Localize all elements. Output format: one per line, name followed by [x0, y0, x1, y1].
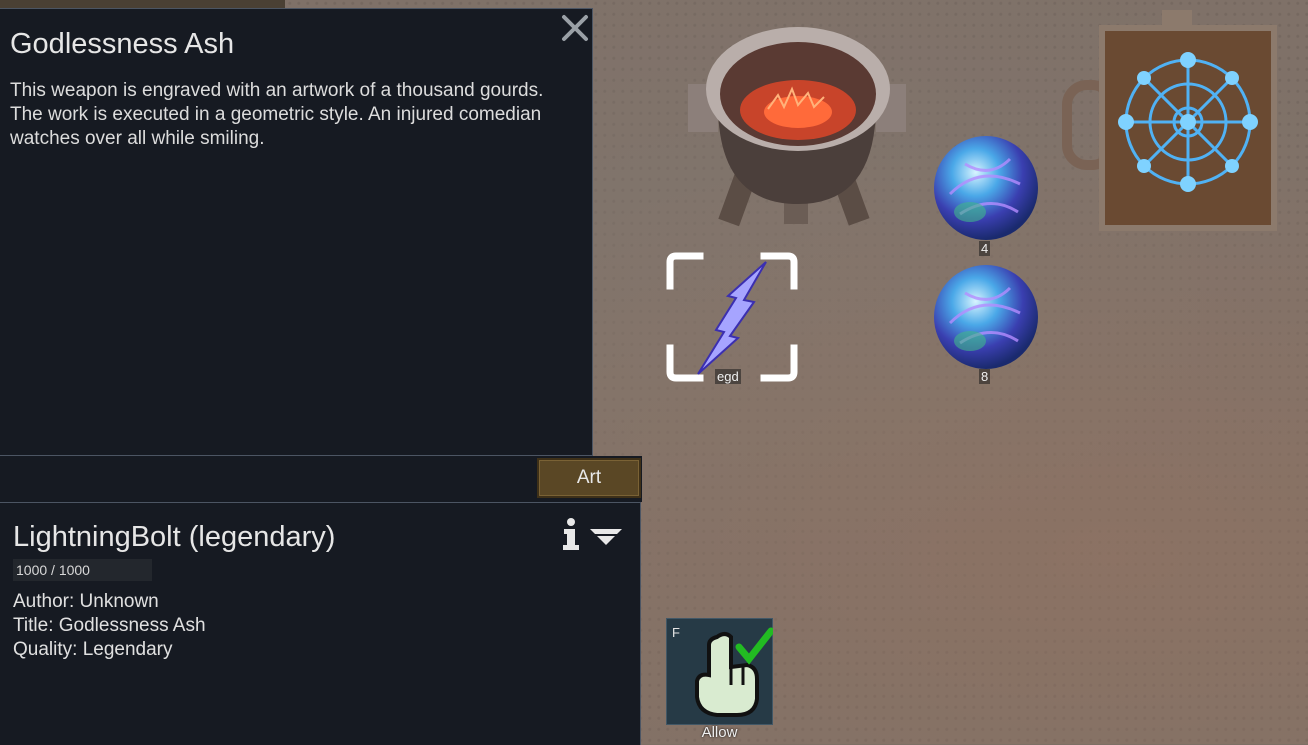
- map-edge-strip: [0, 0, 285, 8]
- psychic-orb-item[interactable]: [930, 134, 1042, 242]
- quality-line: Quality: Legendary: [13, 639, 173, 660]
- item-title-line: Title: Godlessness Ash: [13, 615, 206, 636]
- selected-lightning-bolt-item[interactable]: [666, 252, 798, 382]
- orb-stack-count: 4: [979, 241, 991, 256]
- inspect-pane: LightningBolt (legendary) 1000 / 1000 Au…: [0, 502, 641, 745]
- hotkey-label: F: [672, 625, 680, 640]
- hit-points-bar: 1000 / 1000: [13, 559, 152, 581]
- art-title: Godlessness Ash: [10, 28, 235, 60]
- selected-item-label: egd: [715, 369, 741, 384]
- hand-allow-icon: [695, 627, 773, 717]
- brazier-building[interactable]: [688, 14, 906, 230]
- tab-art[interactable]: Art: [537, 458, 641, 498]
- info-icon[interactable]: [560, 517, 582, 551]
- psychic-orb-item[interactable]: [930, 263, 1042, 371]
- art-description-panel: Godlessness Ash This weapon is engraved …: [0, 8, 593, 456]
- allow-command-label: Allow: [701, 724, 738, 741]
- ritual-circle-building[interactable]: [1062, 10, 1284, 238]
- art-description: This weapon is engraved with an artwork …: [10, 80, 544, 149]
- orb-stack-count: 8: [979, 369, 991, 384]
- inspect-title: LightningBolt (legendary): [13, 521, 336, 553]
- allow-command-button[interactable]: F: [666, 618, 773, 725]
- inspect-tab-row: Art: [0, 456, 642, 502]
- close-icon[interactable]: [560, 13, 590, 43]
- author-line: Author: Unknown: [13, 591, 159, 612]
- collapse-chevron-icon[interactable]: [588, 525, 624, 547]
